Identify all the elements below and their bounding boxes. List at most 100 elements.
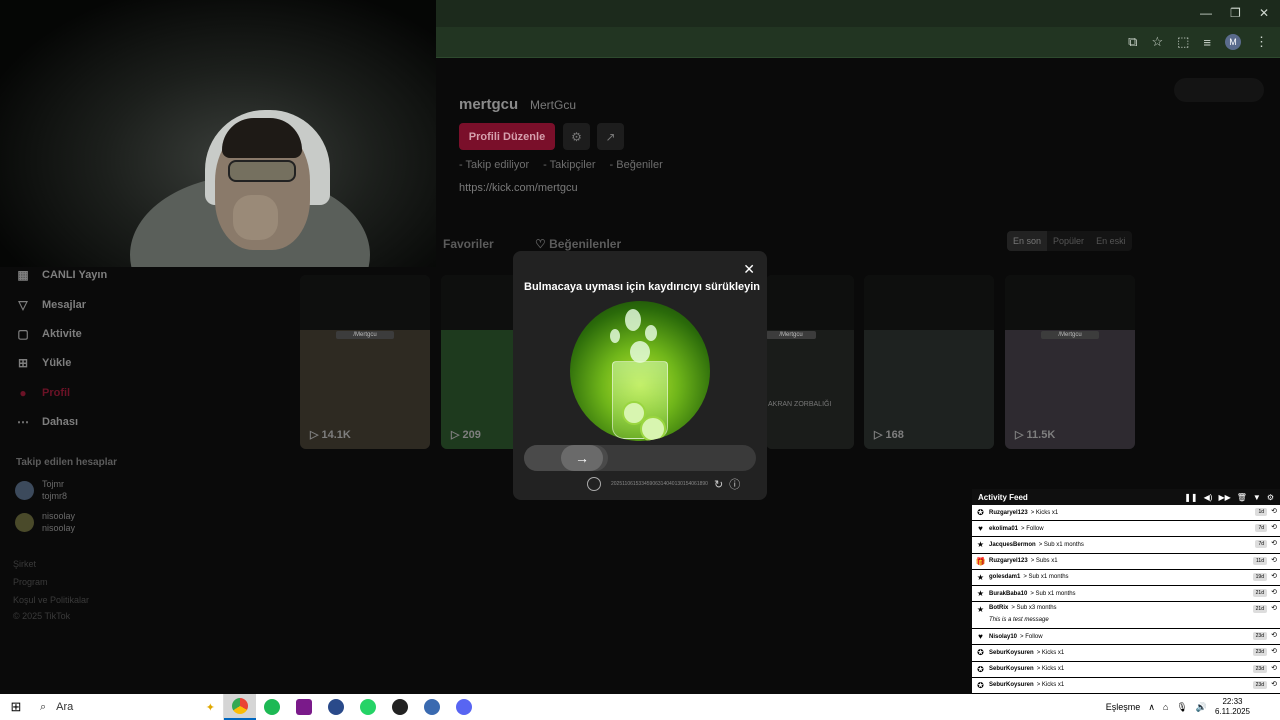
replay-icon[interactable]: ⟲ bbox=[1271, 647, 1277, 655]
refresh-icon[interactable]: ↻ bbox=[714, 478, 723, 491]
windows-start-icon[interactable]: ⊞ bbox=[0, 694, 32, 720]
app-icon[interactable] bbox=[416, 694, 448, 720]
captcha-slider-handle[interactable]: → bbox=[561, 445, 603, 471]
sidebar-item-live[interactable]: ▦ CANLI Yayın bbox=[16, 268, 107, 282]
discord-app-icon[interactable] bbox=[448, 694, 480, 720]
profile-url[interactable]: https://kick.com/mertgcu bbox=[459, 182, 578, 194]
footer-terms[interactable]: Koşul ve Politikalar bbox=[13, 595, 89, 605]
edit-profile-button[interactable]: Profili Düzenle bbox=[459, 123, 555, 150]
footer-program[interactable]: Program bbox=[13, 577, 48, 587]
feed-action: > Subs x1 bbox=[1030, 558, 1058, 565]
replay-icon[interactable]: ⟲ bbox=[1271, 664, 1277, 672]
extensions-icon[interactable]: ⬚ bbox=[1177, 34, 1189, 50]
stat-followers[interactable]: - Takipçiler bbox=[543, 159, 595, 171]
account-handle: tojmr8 bbox=[42, 491, 68, 501]
sort-latest[interactable]: En son bbox=[1007, 231, 1048, 251]
close-icon[interactable]: ✕ bbox=[743, 261, 755, 278]
activity-feed-header: Activity Feed ❚❚ ◀) ▶▶ 🗑 ▼ ⚙ bbox=[972, 489, 1280, 505]
video-thumbnail[interactable]: /Mertgcu ▷ 11.5K bbox=[1005, 275, 1135, 449]
replay-icon[interactable]: ⟲ bbox=[1271, 631, 1277, 639]
chrome-app-icon[interactable] bbox=[224, 694, 256, 720]
video-thumbnail[interactable]: /Mertgcu AKRAN ZORBALIĞI bbox=[766, 275, 854, 449]
share-button[interactable]: ↗ bbox=[597, 123, 624, 150]
video-tag: /Mertgcu bbox=[1041, 331, 1099, 339]
cast-icon[interactable]: ⧉ bbox=[1128, 34, 1137, 50]
settings-button[interactable]: ⚙ bbox=[563, 123, 590, 150]
restore-button[interactable]: ❐ bbox=[1230, 6, 1241, 20]
reading-list-icon[interactable]: ≡ bbox=[1203, 35, 1211, 50]
gear-icon[interactable]: ⚙ bbox=[1267, 493, 1274, 502]
bookmark-star-icon[interactable]: ☆ bbox=[1151, 34, 1163, 50]
menu-dots-icon[interactable]: ⋮ bbox=[1255, 34, 1268, 50]
skip-icon[interactable]: ▶▶ bbox=[1218, 493, 1230, 502]
feed-action: > Kicks x1 bbox=[1036, 666, 1065, 673]
activity-feed-list: ✪ Ruzgaryel123 > Kicks x1 1d ⟲ ♥ ekolima01 > Fo… bbox=[972, 505, 1280, 720]
stat-likes[interactable]: - Beğeniler bbox=[610, 159, 663, 171]
calendar-icon: ▦ bbox=[17, 268, 29, 282]
webcam-overlay bbox=[0, 0, 436, 267]
trash-icon[interactable]: 🗑 bbox=[1237, 493, 1247, 502]
exo-app-icon[interactable] bbox=[288, 694, 320, 720]
sidebar-item-upload[interactable]: ⊞ Yükle bbox=[16, 356, 71, 370]
feed-time: 21d bbox=[1252, 605, 1267, 614]
sort-popular[interactable]: Popüler bbox=[1047, 231, 1090, 251]
taskbar-search[interactable]: ⌕ Ara ✦ bbox=[32, 694, 224, 720]
app-icon[interactable] bbox=[320, 694, 352, 720]
feed-row: ♥ ekolima01 > Follow 7d ⟲ bbox=[972, 521, 1280, 538]
network-icon[interactable]: ⌂ bbox=[1163, 702, 1168, 712]
feed-username: SeburKoysuren bbox=[989, 649, 1034, 656]
sidebar-item-more[interactable]: ⋯ Dahası bbox=[16, 415, 78, 429]
footer-copyright: © 2025 TikTok bbox=[13, 611, 71, 621]
replay-icon[interactable]: ⟲ bbox=[1271, 604, 1277, 612]
whatsapp-app-icon[interactable] bbox=[352, 694, 384, 720]
sort-toggle: En son Popüler En eski bbox=[1007, 231, 1132, 251]
tray-label[interactable]: Eşleşme bbox=[1106, 702, 1141, 712]
video-thumbnail[interactable]: /Mertgcu ▷ 14.1K bbox=[300, 275, 430, 449]
feed-time: 23d bbox=[1252, 648, 1267, 657]
info-icon[interactable]: ⓘ bbox=[729, 476, 740, 492]
replay-icon[interactable]: ⟲ bbox=[1271, 507, 1277, 515]
replay-icon[interactable]: ⟲ bbox=[1271, 572, 1277, 580]
replay-icon[interactable]: ⟲ bbox=[1271, 680, 1277, 688]
captcha-slider-track[interactable]: → bbox=[524, 445, 756, 471]
footer-company[interactable]: Şirket bbox=[13, 559, 36, 569]
feed-time: 19d bbox=[1252, 572, 1267, 581]
feed-row: ✪ SeburKoysuren> Kicks x1 23d ⟲ bbox=[972, 677, 1280, 694]
sidebar-item-messages[interactable]: ▽ Mesajlar bbox=[16, 298, 86, 312]
replay-icon[interactable]: ⟲ bbox=[1271, 588, 1277, 596]
replay-icon[interactable]: ⟲ bbox=[1271, 556, 1277, 564]
captcha-modal: ✕ Bulmacaya uyması için kaydırıcıyı sürü… bbox=[513, 251, 767, 500]
spotify-app-icon[interactable] bbox=[256, 694, 288, 720]
following-account[interactable]: Tojmr tojmr8 bbox=[15, 478, 67, 502]
replay-icon[interactable]: ⟲ bbox=[1271, 539, 1277, 547]
account-name: nisoolay bbox=[42, 511, 76, 521]
mic-icon[interactable]: 🎙 bbox=[1176, 702, 1187, 713]
video-views: ▷ 168 bbox=[874, 429, 904, 441]
close-window-button[interactable]: ✕ bbox=[1259, 6, 1269, 20]
message-icon: ▢ bbox=[17, 327, 29, 341]
pause-icon[interactable]: ❚❚ bbox=[1184, 493, 1197, 502]
sidebar-item-activity[interactable]: ▢ Aktivite bbox=[16, 327, 81, 341]
feed-row: ★ JacquesBermon > Sub x1 months 7d ⟲ bbox=[972, 537, 1280, 554]
browser-tab-strip: — ❐ ✕ bbox=[436, 0, 1280, 27]
replay-icon[interactable]: ⟲ bbox=[1271, 523, 1277, 531]
gear-icon: ⚙ bbox=[571, 129, 582, 144]
following-account[interactable]: nisoolay nisoolay bbox=[15, 510, 75, 534]
chevron-up-icon[interactable]: ∧ bbox=[1148, 702, 1155, 713]
sort-oldest[interactable]: En eski bbox=[1090, 231, 1132, 251]
obs-app-icon[interactable] bbox=[384, 694, 416, 720]
feed-message: This is a test message bbox=[989, 617, 1049, 624]
minimize-button[interactable]: — bbox=[1200, 6, 1212, 20]
stat-following[interactable]: - Takip ediliyor bbox=[459, 159, 529, 171]
filter-icon[interactable]: ▼ bbox=[1253, 493, 1261, 502]
profile-avatar[interactable]: M bbox=[1225, 34, 1241, 50]
top-right-controls[interactable] bbox=[1174, 78, 1264, 102]
tab-favorites[interactable]: Favoriler bbox=[443, 237, 494, 251]
volume-icon[interactable]: 🔊 bbox=[1196, 702, 1207, 713]
sidebar-item-profile[interactable]: ● Profil bbox=[16, 386, 70, 400]
clock[interactable]: 22:33 6.11.2025 bbox=[1215, 697, 1250, 717]
feed-time: 23d bbox=[1252, 680, 1267, 689]
video-thumbnail[interactable]: ▷ 168 bbox=[864, 275, 994, 449]
tab-liked[interactable]: ♡ Beğenilenler bbox=[535, 237, 621, 251]
mute-icon[interactable]: ◀) bbox=[1204, 493, 1213, 502]
